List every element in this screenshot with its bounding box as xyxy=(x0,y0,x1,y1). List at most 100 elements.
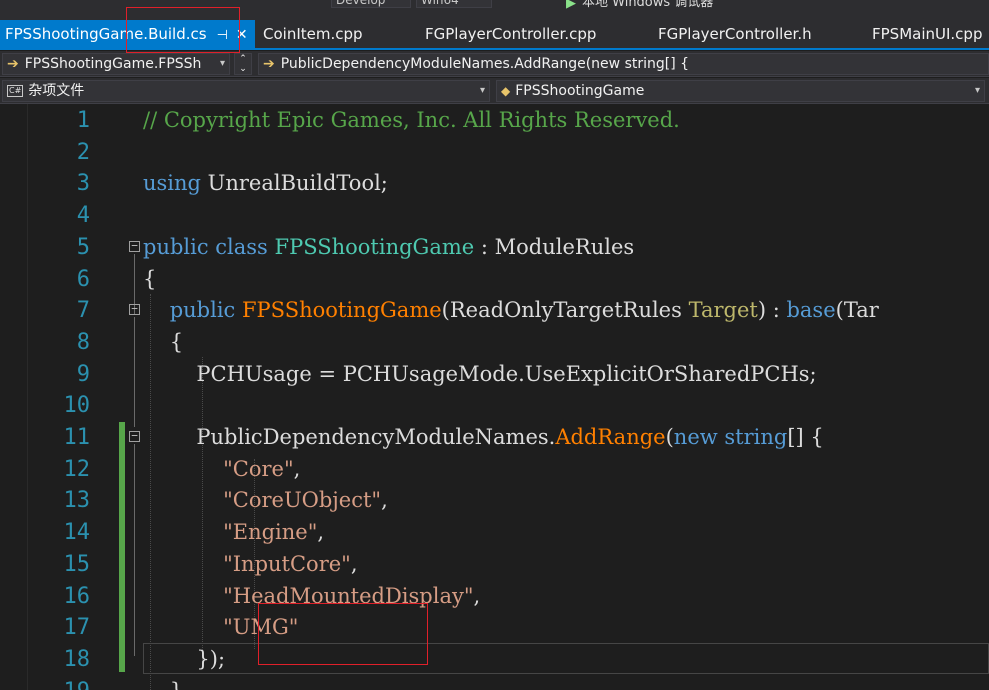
member-dropdown[interactable]: ➔ PublicDependencyModuleNames.AddRange(ne… xyxy=(258,53,989,75)
solution-config-select[interactable]: Develop xyxy=(331,0,411,8)
tab-label: CoinItem.cpp xyxy=(263,25,363,43)
code-line[interactable]: 1 // Copyright Epic Games, Inc. All Right… xyxy=(0,105,989,137)
code-text[interactable]: "InputCore", xyxy=(143,549,358,580)
code-token: using xyxy=(143,171,208,196)
line-number: 7 xyxy=(76,298,90,324)
code-line[interactable]: 5 public class FPSShootingGame : ModuleRu… xyxy=(0,232,989,264)
code-text[interactable]: }); xyxy=(143,644,225,675)
line-number: 16 xyxy=(63,583,91,609)
project-navigation-bar: C# 杂项文件 ▾ ◆ FPSShootingGame ▾ xyxy=(0,78,989,104)
code-text[interactable]: { xyxy=(143,264,156,295)
line-number: 3 xyxy=(76,171,90,197)
code-line[interactable]: 16 "HeadMountedDisplay", xyxy=(0,581,989,613)
code-text[interactable]: "Engine", xyxy=(143,517,324,548)
code-token: Target xyxy=(688,298,758,323)
code-text[interactable]: "CoreUObject", xyxy=(143,485,388,516)
code-token: public xyxy=(143,234,216,259)
line-number: 5 xyxy=(76,234,90,260)
scope-label: FPSShootingGame.FPSSh xyxy=(24,56,202,72)
code-line[interactable]: 8 { xyxy=(0,327,989,359)
code-token: FPSShootingGame xyxy=(241,298,442,323)
code-line[interactable]: 10 xyxy=(0,390,989,422)
code-token: : ModuleRules xyxy=(474,234,635,259)
line-number: 12 xyxy=(63,456,91,482)
split-scroll-button[interactable]: ⌃ ⌄ xyxy=(234,53,252,75)
line-number: 11 xyxy=(63,425,91,450)
code-line[interactable]: 2 xyxy=(0,137,989,169)
code-editor[interactable]: − − − 1// Copyright Epic Games, Inc. All… xyxy=(0,104,989,690)
code-token: , xyxy=(317,520,325,545)
line-number: 9 xyxy=(76,361,90,387)
code-token: (Tar xyxy=(835,298,879,323)
run-debugger-button[interactable]: 本地 Windows 调试器 xyxy=(582,0,713,10)
member-navigation-bar: ➔ FPSShootingGame.FPSSh ▾ ⌃ ⌄ ➔ PublicDepen… xyxy=(0,51,989,77)
code-text[interactable]: public FPSShootingGame(ReadOnlyTargetRul… xyxy=(143,295,879,326)
line-number: 15 xyxy=(63,551,91,577)
line-number: 2 xyxy=(76,139,90,165)
tab-label: FGPlayerController.h xyxy=(658,25,812,43)
line-number: 10 xyxy=(63,393,91,419)
line-number: 17 xyxy=(63,615,91,641)
code-token: { xyxy=(143,266,157,291)
scope-dropdown[interactable]: ➔ FPSShootingGame.FPSSh ▾ xyxy=(2,53,230,75)
code-token: , xyxy=(473,583,481,608)
annotation-box-tab xyxy=(126,7,240,53)
code-text[interactable]: { xyxy=(143,327,183,358)
code-line[interactable]: 18 }); xyxy=(0,644,989,676)
code-token: public xyxy=(143,298,242,323)
code-token: } xyxy=(143,679,183,690)
code-token: PCHUsage = PCHUsageMode.UseExplicitOrSha… xyxy=(143,361,817,386)
code-token: , xyxy=(350,551,358,576)
code-line[interactable]: 3 using UnrealBuildTool; xyxy=(0,168,989,200)
line-number: 6 xyxy=(76,266,90,292)
chevron-down-icon: ▾ xyxy=(974,85,980,96)
tab-label: FPSMainUI.cpp xyxy=(872,25,983,43)
class-label: FPSShootingGame xyxy=(515,83,645,99)
tab-fgplayercontroller-h[interactable]: FGPlayerController.h xyxy=(658,20,812,48)
code-text[interactable]: PCHUsage = PCHUsageMode.UseExplicitOrSha… xyxy=(143,359,817,390)
line-number: 13 xyxy=(63,488,91,514)
platform-select[interactable]: Win64 xyxy=(416,0,492,8)
code-text[interactable]: using UnrealBuildTool; xyxy=(143,168,388,199)
tab-coinitem-cpp[interactable]: CoinItem.cpp xyxy=(263,20,363,48)
code-token: new xyxy=(673,425,725,449)
code-line[interactable]: 15 "InputCore", xyxy=(0,549,989,581)
code-line[interactable]: 4 xyxy=(0,200,989,232)
code-token: ) : xyxy=(757,298,787,323)
code-token: { xyxy=(143,329,184,354)
code-text[interactable]: } xyxy=(143,676,183,690)
tab-label: FGPlayerController.cpp xyxy=(425,25,597,43)
line-number: 4 xyxy=(76,203,90,229)
code-line[interactable]: 9 PCHUsage = PCHUsageMode.UseExplicitOrS… xyxy=(0,359,989,391)
run-icon[interactable]: ▶ xyxy=(566,0,576,11)
code-line[interactable]: 7 public FPSShootingGame(ReadOnlyTargetR… xyxy=(0,295,989,327)
code-line[interactable]: 11 PublicDependencyModuleNames.AddRange(… xyxy=(0,422,989,454)
chevron-down-icon: ▾ xyxy=(479,85,485,96)
line-number: 14 xyxy=(63,520,91,546)
code-line[interactable]: 12 "Core", xyxy=(0,454,989,486)
tab-fgplayercontroller-cpp[interactable]: FGPlayerController.cpp xyxy=(425,20,596,48)
code-line[interactable]: 13 "CoreUObject", xyxy=(0,485,989,517)
code-text[interactable]: // Copyright Epic Games, Inc. All Rights… xyxy=(143,105,680,136)
code-token: (ReadOnlyTargetRules xyxy=(441,298,689,323)
tab-fpsmainui-cpp[interactable]: FPSMainUI.cpp xyxy=(872,20,982,48)
code-text[interactable]: public class FPSShootingGame : ModuleRul… xyxy=(143,232,634,263)
arrow-right-icon: ➔ xyxy=(7,56,19,72)
csharp-file-icon: C# xyxy=(7,85,24,97)
class-dropdown[interactable]: ◆ FPSShootingGame ▾ xyxy=(496,80,985,102)
code-token: "CoreUObject" xyxy=(143,488,382,513)
project-dropdown[interactable]: C# 杂项文件 ▾ xyxy=(2,80,490,102)
code-line[interactable]: 17 "UMG" xyxy=(0,612,989,644)
code-token: "InputCore" xyxy=(143,551,351,576)
member-label: PublicDependencyModuleNames.AddRange(new… xyxy=(280,56,690,72)
code-token: AddRange xyxy=(555,425,666,449)
line-number: 1 xyxy=(76,108,90,133)
code-line[interactable]: 14 "Engine", xyxy=(0,517,989,549)
code-token: string xyxy=(724,425,788,449)
code-line[interactable]: 6{ xyxy=(0,264,989,296)
code-text[interactable]: PublicDependencyModuleNames.AddRange(new… xyxy=(143,422,823,453)
code-text[interactable]: "Core", xyxy=(143,454,300,485)
code-token: UnrealBuildTool; xyxy=(207,171,388,196)
code-line[interactable]: 19 } xyxy=(0,676,989,690)
code-token: }); xyxy=(143,646,226,671)
